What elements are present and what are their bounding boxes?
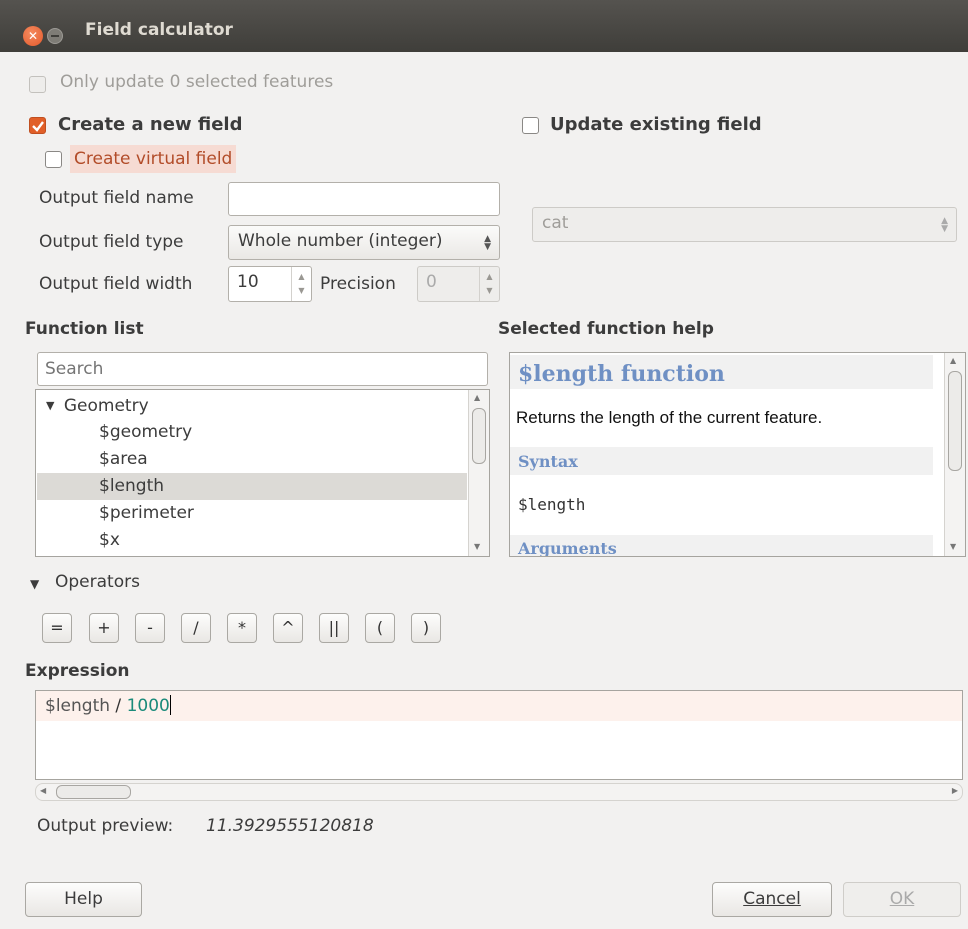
expression-token-operator: /	[110, 696, 127, 716]
scroll-left-icon[interactable]: ◀	[40, 786, 46, 795]
create-new-field-label: Create a new field	[58, 114, 243, 135]
scroll-thumb[interactable]	[56, 785, 131, 799]
syntax-code: $length	[518, 495, 586, 514]
spin-arrows-icon[interactable]: ▲ ▼	[479, 267, 499, 301]
output-field-name-input[interactable]	[228, 182, 500, 216]
tree-item-selected[interactable]: $length	[37, 473, 467, 500]
output-field-width-value: 10	[237, 272, 259, 292]
syntax-heading: Syntax	[518, 452, 578, 471]
tree-item[interactable]: $geometry	[37, 419, 489, 446]
scroll-thumb[interactable]	[472, 408, 486, 464]
operator-equals-button[interactable]: =	[42, 613, 72, 643]
operator-multiply-button[interactable]: *	[227, 613, 257, 643]
expression-token-number: 1000	[126, 696, 170, 716]
expression-token-field: $length	[45, 696, 111, 716]
only-update-label: Only update 0 selected features	[60, 72, 334, 92]
tree-item[interactable]: $perimeter	[37, 500, 489, 527]
function-tree[interactable]: ▼ Geometry $geometry $area $length $peri…	[35, 389, 490, 557]
existing-field-value: cat	[542, 213, 569, 233]
function-list-scrollbar[interactable]: ▲ ▼	[468, 390, 489, 556]
output-field-type-label: Output field type	[39, 232, 184, 252]
output-field-type-value: Whole number (integer)	[238, 231, 443, 251]
cancel-button-label: Cancel	[743, 889, 801, 909]
output-field-width-label: Output field width	[39, 274, 193, 294]
scroll-up-icon[interactable]: ▲	[474, 393, 480, 402]
scroll-down-icon[interactable]: ▼	[950, 542, 956, 551]
scroll-up-icon[interactable]: ▲	[950, 356, 956, 365]
operator-open-paren-button[interactable]: (	[365, 613, 395, 643]
operator-minus-button[interactable]: -	[135, 613, 165, 643]
function-help-panel: $length function Returns the length of t…	[509, 352, 966, 557]
operator-power-button[interactable]: ^	[273, 613, 303, 643]
window-title: Field calculator	[85, 20, 233, 40]
precision-label: Precision	[320, 274, 396, 294]
operator-divide-button[interactable]: /	[181, 613, 211, 643]
precision-spinbox[interactable]: 0 ▲ ▼	[417, 266, 500, 302]
function-search-input[interactable]	[37, 352, 488, 386]
function-help-heading: Selected function help	[498, 319, 714, 339]
operator-plus-button[interactable]: +	[89, 613, 119, 643]
expression-editor[interactable]: $length / 1000	[35, 690, 963, 780]
text-cursor	[169, 695, 171, 715]
create-new-field-checkbox[interactable]	[29, 117, 46, 134]
operators-label[interactable]: Operators	[55, 572, 140, 592]
tree-item[interactable]: $x	[37, 527, 489, 554]
updown-arrows-icon: ▲ ▼	[941, 216, 948, 234]
output-field-type-select[interactable]: Whole number (integer) ▲ ▼	[228, 225, 500, 260]
operator-close-paren-button[interactable]: )	[411, 613, 441, 643]
output-preview-label: Output preview:	[37, 816, 174, 836]
checkmark-icon	[32, 121, 44, 132]
function-list-heading: Function list	[25, 319, 144, 339]
existing-field-select[interactable]: cat ▲ ▼	[532, 207, 957, 242]
triangle-down-icon: ▼	[46, 399, 55, 412]
help-scrollbar[interactable]: ▲ ▼	[944, 353, 965, 556]
operator-concat-button[interactable]: ||	[319, 613, 349, 643]
cancel-button[interactable]: Cancel	[712, 882, 832, 917]
spin-arrows-icon[interactable]: ▲ ▼	[291, 267, 311, 301]
scroll-thumb[interactable]	[948, 371, 962, 471]
scroll-down-icon[interactable]: ▼	[474, 542, 480, 551]
only-update-checkbox[interactable]	[29, 76, 46, 93]
create-virtual-checkbox[interactable]	[45, 151, 62, 168]
close-icon[interactable]: ✕	[23, 26, 43, 46]
minimize-icon[interactable]	[47, 28, 63, 44]
precision-value: 0	[426, 272, 437, 292]
scroll-right-icon[interactable]: ▶	[952, 786, 958, 795]
output-preview-value: 11.3929555120818	[206, 816, 374, 836]
arguments-heading: Arguments	[518, 539, 617, 557]
output-field-name-label: Output field name	[39, 188, 194, 208]
help-description: Returns the length of the current featur…	[516, 408, 823, 427]
expression-label: Expression	[25, 661, 130, 681]
expression-text[interactable]: $length / 1000	[45, 695, 171, 716]
help-button[interactable]: Help	[25, 882, 142, 917]
update-existing-label: Update existing field	[550, 114, 762, 135]
expression-hscrollbar[interactable]: ◀ ▶	[35, 783, 963, 801]
current-line-highlight	[36, 691, 962, 721]
tree-group-geometry[interactable]: ▼ Geometry	[46, 392, 489, 419]
output-field-width-spinbox[interactable]: 10 ▲ ▼	[228, 266, 312, 302]
ok-button[interactable]: OK	[843, 882, 961, 917]
create-virtual-label: Create virtual field	[70, 145, 237, 173]
triangle-down-icon[interactable]: ▼	[30, 577, 39, 591]
update-existing-checkbox[interactable]	[522, 117, 539, 134]
tree-item[interactable]: $area	[37, 446, 489, 473]
updown-arrows-icon: ▲ ▼	[484, 234, 491, 252]
ok-button-label: OK	[889, 889, 915, 909]
tree-group-label: Geometry	[63, 396, 149, 416]
help-title: $length function	[518, 361, 725, 387]
